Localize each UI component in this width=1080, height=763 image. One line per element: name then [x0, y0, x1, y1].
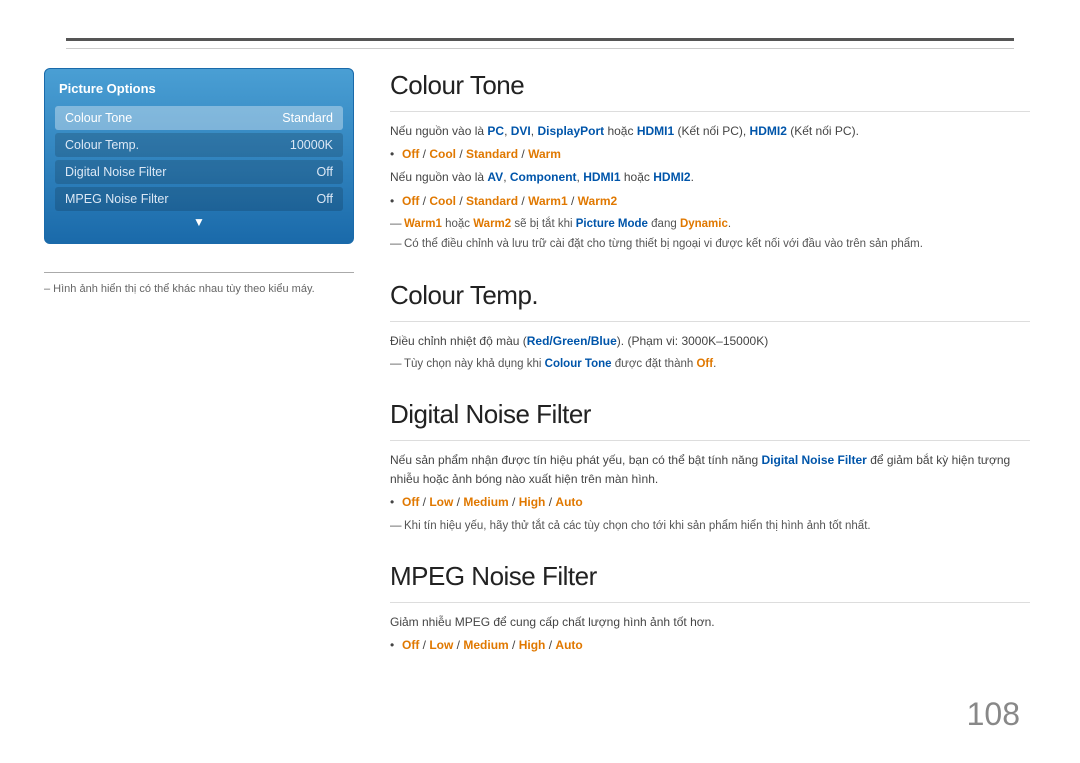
colour-tone-text1: Nếu nguồn vào là PC, DVI, DisplayPort ho…	[390, 122, 1030, 141]
digital-noise-title: Digital Noise Filter	[390, 399, 1030, 430]
mpeg-noise-divider	[390, 602, 1030, 603]
bullet-item: Off / Cool / Standard / Warm	[390, 145, 1030, 164]
mpeg-noise-bullets: Off / Low / Medium / High / Auto	[390, 636, 1030, 655]
menu-item-digital-noise[interactable]: Digital Noise Filter Off	[55, 160, 343, 184]
colour-tone-bullets2: Off / Cool / Standard / Warm1 / Warm2	[390, 192, 1030, 211]
colour-temp-text1: Điều chỉnh nhiệt độ màu (Red/Green/Blue)…	[390, 332, 1030, 351]
digital-noise-text1: Nếu sản phẩm nhận được tín hiệu phát yếu…	[390, 451, 1030, 489]
digital-noise-divider	[390, 440, 1030, 441]
colour-tone-note1: Warm1 hoặc Warm2 sẽ bị tắt khi Picture M…	[390, 215, 1030, 233]
menu-item-mpeg-noise-label: MPEG Noise Filter	[65, 192, 169, 206]
mpeg-noise-title: MPEG Noise Filter	[390, 561, 1030, 592]
section-colour-temp: Colour Temp. Điều chỉnh nhiệt độ màu (Re…	[390, 280, 1030, 374]
colour-tone-note2: Có thể điều chỉnh và lưu trữ cài đặt cho…	[390, 235, 1030, 253]
main-content: Colour Tone Nếu nguồn vào là PC, DVI, Di…	[390, 70, 1030, 681]
bullet-item: Off / Low / Medium / High / Auto	[390, 493, 1030, 512]
menu-item-colour-tone-value: Standard	[282, 111, 333, 125]
colour-temp-divider	[390, 321, 1030, 322]
picture-options-title: Picture Options	[55, 79, 343, 98]
colour-tone-bullets1: Off / Cool / Standard / Warm	[390, 145, 1030, 164]
picture-options-box: Picture Options Colour Tone Standard Col…	[44, 68, 354, 244]
colour-temp-note1: Tùy chọn này khả dụng khi Colour Tone đư…	[390, 355, 1030, 373]
menu-item-colour-temp-value: 10000K	[290, 138, 333, 152]
menu-item-digital-noise-value: Off	[317, 165, 333, 179]
menu-item-colour-temp-label: Colour Temp.	[65, 138, 139, 152]
bullet-item: Off / Cool / Standard / Warm1 / Warm2	[390, 192, 1030, 211]
left-note: – Hình ảnh hiển thị có thể khác nhau tùy…	[44, 272, 354, 295]
digital-noise-bullets: Off / Low / Medium / High / Auto	[390, 493, 1030, 512]
colour-temp-title: Colour Temp.	[390, 280, 1030, 311]
colour-tone-title: Colour Tone	[390, 70, 1030, 101]
left-panel: Picture Options Colour Tone Standard Col…	[44, 68, 354, 295]
menu-item-mpeg-noise-value: Off	[317, 192, 333, 206]
bullet-item: Off / Low / Medium / High / Auto	[390, 636, 1030, 655]
digital-noise-note1: Khi tín hiệu yếu, hãy thử tắt cả các tùy…	[390, 517, 1030, 535]
section-colour-tone: Colour Tone Nếu nguồn vào là PC, DVI, Di…	[390, 70, 1030, 254]
section-mpeg-noise: MPEG Noise Filter Giảm nhiễu MPEG để cun…	[390, 561, 1030, 655]
colour-tone-text2: Nếu nguồn vào là AV, Component, HDMI1 ho…	[390, 168, 1030, 187]
menu-item-colour-temp[interactable]: Colour Temp. 10000K	[55, 133, 343, 157]
colour-tone-divider	[390, 111, 1030, 112]
menu-item-colour-tone-label: Colour Tone	[65, 111, 132, 125]
menu-arrow: ▼	[55, 215, 343, 229]
top-bar-line	[66, 48, 1014, 49]
section-digital-noise: Digital Noise Filter Nếu sản phẩm nhận đ…	[390, 399, 1030, 535]
page-number: 108	[967, 696, 1020, 733]
mpeg-noise-text1: Giảm nhiễu MPEG để cung cấp chất lượng h…	[390, 613, 1030, 632]
menu-item-digital-noise-label: Digital Noise Filter	[65, 165, 166, 179]
top-bar	[66, 38, 1014, 41]
menu-item-colour-tone[interactable]: Colour Tone Standard	[55, 106, 343, 130]
menu-item-mpeg-noise[interactable]: MPEG Noise Filter Off	[55, 187, 343, 211]
